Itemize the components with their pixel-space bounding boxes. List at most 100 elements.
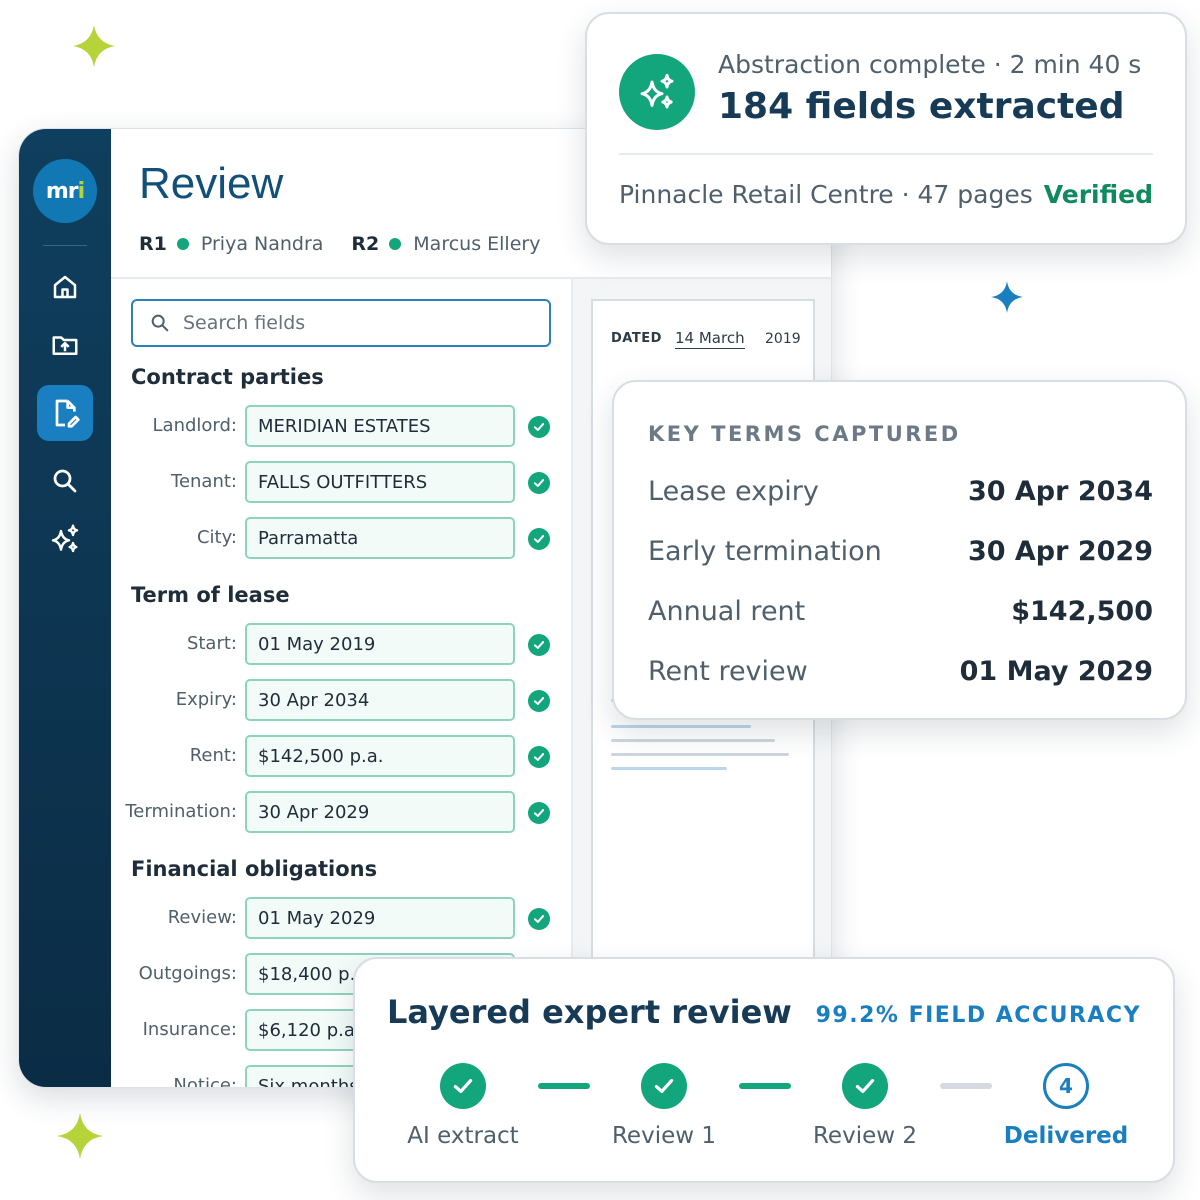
key-terms-title: KEY TERMS CAPTURED: [648, 422, 961, 446]
field-label: Landlord:: [152, 415, 237, 436]
key-term-row: Rent review 01 May 2029: [648, 656, 1153, 696]
field-label: Expiry:: [175, 689, 237, 710]
field-label: City:: [196, 527, 237, 548]
field-label: Outgoings:: [138, 963, 237, 984]
reviewer-list: R1 Priya Nandra R2 Marcus Ellery: [139, 233, 568, 255]
sidebar-item-home[interactable]: [37, 259, 93, 315]
key-term-label: Annual rent: [648, 596, 806, 627]
field-row: City: Parramatta: [111, 517, 571, 559]
key-term-label: Rent review: [648, 656, 808, 687]
step-label: Delivered: [1003, 1123, 1129, 1149]
search-input[interactable]: Search fields: [131, 299, 551, 347]
reviewer-name: Priya Nandra: [200, 233, 324, 255]
reviewer-status-dot: [176, 238, 189, 250]
mri-logo[interactable]: mr i: [33, 159, 97, 223]
reviewer-tag: R1: [139, 233, 167, 255]
step-label: Review 2: [812, 1123, 917, 1149]
field-label: Start:: [186, 633, 237, 654]
logo-text-accent: i: [77, 178, 85, 204]
check-icon: [528, 416, 550, 438]
sidebar-item-upload[interactable]: [37, 317, 93, 373]
section-title: Term of lease: [131, 583, 290, 607]
sparkle-icon: [73, 25, 115, 67]
sidebar: mr i: [19, 129, 111, 1087]
field-value[interactable]: 01 May 2019: [245, 623, 515, 665]
page-title: Review: [139, 159, 284, 208]
step-label: Review 1: [611, 1123, 716, 1149]
field-label: Termination:: [125, 801, 237, 822]
field-value[interactable]: Parramatta: [245, 517, 515, 559]
field-value[interactable]: FALLS OUTFITTERS: [245, 461, 515, 503]
field-label: Insurance:: [142, 1019, 237, 1040]
field-label: Review:: [167, 907, 237, 928]
reviewer-name: Marcus Ellery: [413, 233, 541, 255]
search-icon: [53, 469, 77, 493]
abstraction-summary-card: Abstraction complete · 2 min 40 s 184 fi…: [585, 12, 1187, 245]
step-connector: [538, 1083, 590, 1089]
sidebar-item-search[interactable]: [37, 453, 93, 509]
accuracy-badge: 99.2% FIELD ACCURACY: [815, 1003, 1141, 1028]
step-label: AI extract: [407, 1123, 519, 1149]
abstraction-status: Abstraction complete · 2 min 40 s: [718, 50, 1142, 79]
step-connector: [739, 1083, 791, 1089]
key-term-value: $142,500: [1011, 596, 1153, 627]
logo-text: mr: [45, 178, 79, 204]
property-info: Pinnacle Retail Centre · 47 pages: [619, 180, 1033, 209]
document-text-line: [611, 767, 727, 770]
fields-extracted-count: 184 fields extracted: [718, 86, 1125, 127]
key-term-row: Early termination 30 Apr 2029: [648, 536, 1153, 576]
ai-badge: [619, 54, 695, 130]
folder-upload-icon: [52, 336, 78, 355]
key-term-value: 01 May 2029: [959, 656, 1153, 687]
field-value[interactable]: 30 Apr 2029: [245, 791, 515, 833]
sidebar-item-review[interactable]: [37, 385, 93, 441]
document-date: 14 March: [675, 329, 745, 349]
check-icon: [528, 746, 550, 768]
sparkles-icon: [51, 524, 79, 553]
section-title: Financial obligations: [131, 857, 378, 881]
step-current-indicator: 4: [1043, 1063, 1089, 1109]
key-terms-card: KEY TERMS CAPTURED Lease expiry 30 Apr 2…: [612, 380, 1187, 720]
key-term-label: Lease expiry: [648, 476, 819, 507]
search-icon: [151, 314, 169, 332]
field-value[interactable]: $142,500 p.a.: [245, 735, 515, 777]
field-value[interactable]: 01 May 2029: [245, 897, 515, 939]
document-text-line: [611, 753, 789, 756]
key-term-row: Lease expiry 30 Apr 2034: [648, 476, 1153, 516]
sparkle-icon: [57, 1113, 103, 1159]
key-term-value: 30 Apr 2034: [967, 476, 1153, 507]
check-icon: [528, 690, 550, 712]
step-complete-icon: [842, 1063, 888, 1109]
field-value[interactable]: MERIDIAN ESTATES: [245, 405, 515, 447]
key-term-label: Early termination: [648, 536, 882, 567]
check-icon: [528, 528, 550, 550]
field-label: Tenant:: [171, 471, 237, 492]
home-icon: [53, 275, 77, 299]
section-title: Contract parties: [131, 365, 324, 389]
reviewer-status-dot: [389, 238, 402, 250]
field-row: Tenant: FALLS OUTFITTERS: [111, 461, 571, 503]
search-placeholder: Search fields: [183, 312, 306, 334]
sparkle-icon: [991, 281, 1023, 313]
field-label: Rent:: [189, 745, 237, 766]
check-icon: [528, 908, 550, 930]
sidebar-item-ai[interactable]: [37, 511, 93, 567]
field-row: Landlord: MERIDIAN ESTATES: [111, 405, 571, 447]
document-edit-icon: [55, 399, 80, 428]
reviewer-tag: R2: [351, 233, 380, 255]
step-complete-icon: [440, 1063, 486, 1109]
pipeline-title: Layered expert review: [387, 993, 792, 1031]
card-divider: [619, 153, 1153, 155]
field-value[interactable]: 30 Apr 2034: [245, 679, 515, 721]
check-icon: [528, 472, 550, 494]
key-term-row: Annual rent $142,500: [648, 596, 1153, 636]
document-dated-label: DATED: [611, 331, 662, 346]
field-row: Start: 01 May 2019: [111, 623, 571, 665]
field-row: Expiry: 30 Apr 2034: [111, 679, 571, 721]
check-icon: [528, 634, 550, 656]
review-pipeline-card: Layered expert review 99.2% FIELD ACCURA…: [353, 957, 1175, 1183]
field-row: Review: 01 May 2029: [111, 897, 571, 939]
document-text-line: [611, 739, 775, 742]
step-complete-icon: [641, 1063, 687, 1109]
field-row: Termination: 30 Apr 2029: [111, 791, 571, 833]
